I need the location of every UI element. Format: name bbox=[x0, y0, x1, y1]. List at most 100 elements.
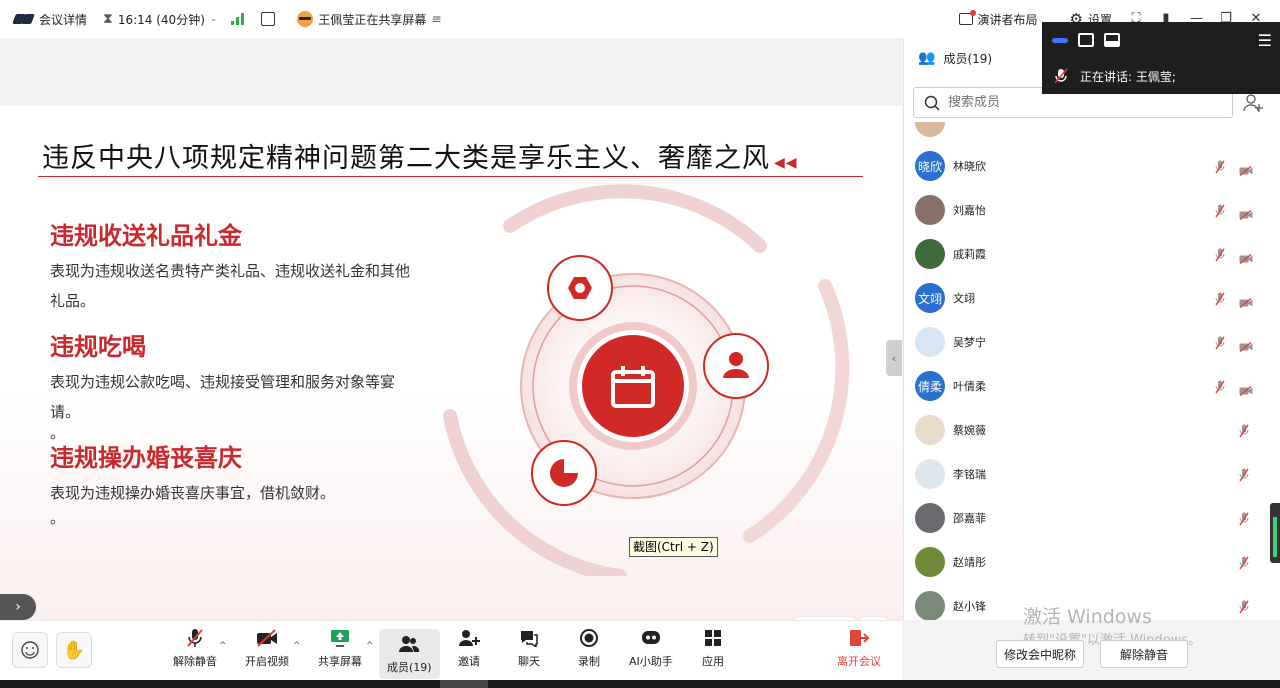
minimize-panel-icon[interactable] bbox=[1052, 37, 1068, 43]
mic-muted-icon[interactable] bbox=[1239, 555, 1249, 570]
rename-nickname-button[interactable]: 修改会中昵称 bbox=[996, 640, 1084, 668]
presenter-layout-button[interactable]: 演讲者布局 bbox=[958, 10, 1038, 28]
mic-muted-icon[interactable] bbox=[1215, 335, 1225, 350]
section-body-dining: 表现为违规公款吃喝、违规接受管理和服务对象等宴请。 bbox=[50, 373, 396, 421]
unmute-button[interactable]: 解除静音 bbox=[173, 627, 217, 669]
unmute-member-button[interactable]: 解除静音 bbox=[1100, 640, 1188, 668]
mic-muted-icon[interactable] bbox=[1215, 379, 1225, 394]
avatar bbox=[915, 327, 945, 357]
sharing-status[interactable]: 王佩莹正在共享屏幕 ≡ bbox=[297, 11, 442, 28]
presenter-layout-label: 演讲者布局 bbox=[977, 12, 1038, 27]
avatar bbox=[915, 122, 945, 137]
leave-meeting-button[interactable]: 离开会议 bbox=[837, 627, 881, 669]
mic-muted-icon bbox=[1054, 68, 1068, 84]
app-logo-icon bbox=[14, 13, 34, 25]
arrows-icon: ◀◀ bbox=[774, 155, 798, 171]
member-row[interactable]: 邵嘉菲 bbox=[904, 496, 1280, 540]
camera-off-icon[interactable] bbox=[1239, 337, 1253, 353]
member-row[interactable]: 赵靖彤 bbox=[904, 540, 1280, 584]
mic-muted-icon[interactable] bbox=[1215, 247, 1225, 262]
network-signal-icon[interactable] bbox=[231, 13, 245, 25]
mic-muted-icon[interactable] bbox=[1215, 159, 1225, 174]
chat-button[interactable]: 聊天 bbox=[518, 627, 540, 669]
sharer-avatar bbox=[297, 11, 314, 27]
search-input[interactable] bbox=[948, 95, 1218, 110]
collapse-panel-icon[interactable]: ☰ bbox=[1258, 31, 1272, 50]
section-heading-dining: 违规吃喝 bbox=[50, 333, 146, 361]
window-panel-icon[interactable] bbox=[1078, 33, 1094, 47]
unmute-label: 解除静音 bbox=[173, 655, 217, 668]
member-row[interactable]: 吴梦宁 bbox=[904, 320, 1280, 364]
record-button[interactable]: 录制 bbox=[578, 627, 600, 669]
open-external-icon[interactable] bbox=[261, 12, 276, 26]
mic-muted-icon[interactable] bbox=[1239, 599, 1249, 614]
hand-icon: ✋ bbox=[62, 639, 86, 661]
section-heading-weddings: 违规操办婚丧喜庆 bbox=[50, 444, 242, 472]
member-row[interactable]: 倩柔 叶倩柔 bbox=[904, 364, 1280, 408]
collapse-panel-handle[interactable]: ‹ bbox=[886, 340, 902, 376]
member-row[interactable]: 刘嘉怡 bbox=[904, 188, 1280, 232]
avatar: 文翊 bbox=[915, 283, 945, 313]
member-row[interactable]: 晓欣 林晓欣 bbox=[904, 144, 1280, 188]
mic-muted-icon[interactable] bbox=[1239, 467, 1249, 482]
emoji-button[interactable] bbox=[12, 632, 48, 668]
avatar bbox=[915, 239, 945, 269]
search-icon bbox=[924, 95, 940, 111]
mic-muted-icon[interactable] bbox=[1215, 203, 1225, 218]
camera-off-icon[interactable] bbox=[1239, 381, 1253, 397]
apps-button[interactable]: 应用 bbox=[702, 627, 724, 669]
member-name: 林晓欣 bbox=[953, 160, 986, 173]
share-screen-icon bbox=[329, 627, 351, 649]
meeting-time-label: 16:14 (40分钟) bbox=[117, 12, 205, 27]
members-icon: 👥 bbox=[918, 50, 936, 66]
chevron-up-icon[interactable]: ^ bbox=[366, 641, 374, 651]
camera-off-icon[interactable] bbox=[1239, 249, 1253, 265]
speaker-float-panel: ☰ 正在讲话: 王佩莹; bbox=[1042, 22, 1280, 94]
invite-button[interactable]: 邀请 bbox=[458, 627, 480, 669]
member-row[interactable]: 蔡婉薇 bbox=[904, 408, 1280, 452]
chat-label: 聊天 bbox=[518, 655, 540, 668]
bottom-toolbar: ✋ 解除静音 ^ 开启视频 ^ 共享屏幕 ^ 成员(19) 邀请 聊天 录制 A… bbox=[0, 620, 902, 680]
member-panel: 👥 成员(19) 晓欣林晓欣刘嘉怡戚莉霞文翊文翊吴梦宁倩柔叶倩柔蔡婉薇李铭瑞邵嘉… bbox=[903, 38, 1280, 620]
expand-left-handle[interactable]: › bbox=[0, 594, 36, 620]
record-icon bbox=[578, 627, 600, 649]
screenshot-tooltip: 截图(Ctrl + Z) bbox=[629, 537, 718, 557]
section-heading-gifts: 违规收送礼品礼金 bbox=[50, 222, 242, 250]
member-name: 蔡婉薇 bbox=[953, 424, 986, 437]
avatar bbox=[915, 195, 945, 225]
invite-label: 邀请 bbox=[458, 655, 480, 668]
ai-assistant-button[interactable]: AI小助手 bbox=[629, 627, 673, 669]
meeting-time[interactable]: ⧗ 16:14 (40分钟) ⌄ bbox=[103, 11, 217, 28]
windows-activation-title: 激活 Windows bbox=[1023, 606, 1152, 628]
meeting-details-button[interactable]: 会议详情 bbox=[14, 11, 87, 28]
apps-label: 应用 bbox=[702, 655, 724, 668]
sharing-status-label: 王佩莹正在共享屏幕 bbox=[318, 12, 427, 27]
chevron-up-icon[interactable]: ^ bbox=[293, 641, 301, 651]
hourglass-icon: ⧗ bbox=[103, 11, 113, 27]
member-row[interactable] bbox=[904, 122, 1280, 144]
start-video-button[interactable]: 开启视频 bbox=[245, 627, 289, 669]
apps-icon bbox=[702, 627, 724, 649]
member-row[interactable]: 文翊 文翊 bbox=[904, 276, 1280, 320]
member-name: 文翊 bbox=[953, 292, 975, 305]
add-user-icon[interactable] bbox=[1242, 92, 1264, 114]
mic-muted-icon[interactable] bbox=[1239, 511, 1249, 526]
members-button[interactable]: 成员(19) bbox=[379, 629, 440, 679]
camera-off-icon[interactable] bbox=[1239, 205, 1253, 221]
raise-hand-button[interactable]: ✋ bbox=[56, 632, 92, 668]
start-video-label: 开启视频 bbox=[245, 655, 289, 668]
list-panel-icon[interactable] bbox=[1104, 33, 1120, 47]
share-screen-button[interactable]: 共享屏幕 bbox=[318, 627, 362, 669]
member-row[interactable]: 戚莉霞 bbox=[904, 232, 1280, 276]
mic-muted-icon[interactable] bbox=[1215, 291, 1225, 306]
chevron-up-icon[interactable]: ^ bbox=[219, 641, 227, 651]
camera-off-icon[interactable] bbox=[1239, 293, 1253, 309]
member-row[interactable]: 李铭瑞 bbox=[904, 452, 1280, 496]
mic-muted-icon[interactable] bbox=[1239, 423, 1249, 438]
emoji-icon bbox=[21, 641, 39, 659]
avatar: 晓欣 bbox=[915, 151, 945, 181]
avatar bbox=[915, 547, 945, 577]
camera-off-icon[interactable] bbox=[1239, 161, 1253, 177]
member-name: 吴梦宁 bbox=[953, 336, 986, 349]
ai-assistant-icon bbox=[640, 627, 662, 649]
